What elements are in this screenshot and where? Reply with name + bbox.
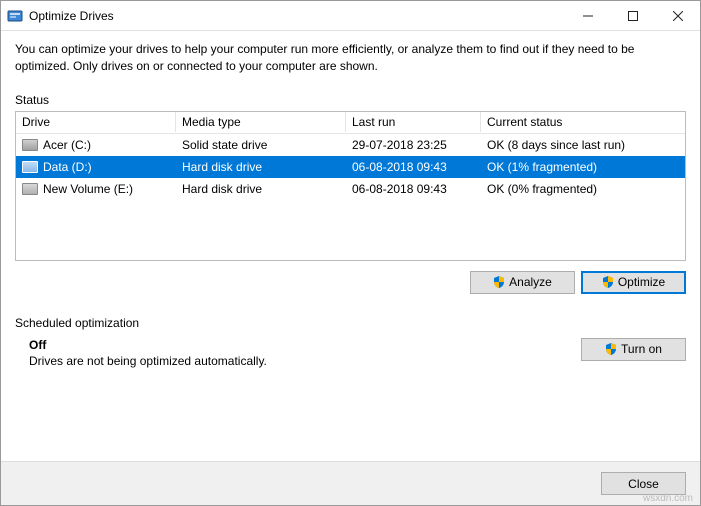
drive-media: Hard disk drive xyxy=(176,157,346,177)
turn-on-button[interactable]: Turn on xyxy=(581,338,686,361)
drive-icon xyxy=(22,139,38,151)
maximize-button[interactable] xyxy=(610,1,655,30)
column-drive[interactable]: Drive xyxy=(16,112,176,132)
scheduled-label: Scheduled optimization xyxy=(15,316,686,330)
close-button[interactable] xyxy=(655,1,700,30)
drive-name: Acer (C:) xyxy=(43,138,91,152)
scheduled-detail: Drives are not being optimized automatic… xyxy=(29,354,581,368)
scheduled-state: Off xyxy=(29,338,581,352)
content-area: You can optimize your drives to help you… xyxy=(1,31,700,461)
analyze-button[interactable]: Analyze xyxy=(470,271,575,294)
drive-last-run: 06-08-2018 09:43 xyxy=(346,179,481,199)
column-last[interactable]: Last run xyxy=(346,112,481,132)
minimize-button[interactable] xyxy=(565,1,610,30)
optimize-button-label: Optimize xyxy=(618,275,665,289)
drive-icon xyxy=(22,161,38,173)
column-media[interactable]: Media type xyxy=(176,112,346,132)
list-header: Drive Media type Last run Current status xyxy=(16,112,685,134)
status-label: Status xyxy=(15,93,686,107)
action-buttons: Analyze Optimize xyxy=(15,271,686,294)
drive-row[interactable]: Acer (C:) Solid state drive29-07-2018 23:… xyxy=(16,134,685,156)
shield-icon xyxy=(605,343,617,355)
titlebar: Optimize Drives xyxy=(1,1,700,31)
drive-row[interactable]: New Volume (E:) Hard disk drive06-08-2018… xyxy=(16,178,685,200)
column-status[interactable]: Current status xyxy=(481,112,685,132)
drive-list[interactable]: Drive Media type Last run Current status… xyxy=(15,111,686,261)
analyze-button-label: Analyze xyxy=(509,275,552,289)
window-title: Optimize Drives xyxy=(29,9,565,23)
drive-status: OK (1% fragmented) xyxy=(481,157,685,177)
intro-text: You can optimize your drives to help you… xyxy=(15,41,686,75)
shield-icon xyxy=(602,276,614,288)
close-dialog-button[interactable]: Close xyxy=(601,472,686,495)
footer: Close xyxy=(1,461,700,505)
drive-last-run: 06-08-2018 09:43 xyxy=(346,157,481,177)
drive-media: Hard disk drive xyxy=(176,179,346,199)
window-controls xyxy=(565,1,700,30)
drive-name: Data (D:) xyxy=(43,160,92,174)
scheduled-section: Scheduled optimization Off Drives are no… xyxy=(15,316,686,368)
drive-status: OK (0% fragmented) xyxy=(481,179,685,199)
drive-icon xyxy=(22,183,38,195)
app-icon xyxy=(7,8,23,24)
drive-row[interactable]: Data (D:) Hard disk drive06-08-2018 09:43… xyxy=(16,156,685,178)
drive-media: Solid state drive xyxy=(176,135,346,155)
optimize-button[interactable]: Optimize xyxy=(581,271,686,294)
shield-icon xyxy=(493,276,505,288)
drive-name: New Volume (E:) xyxy=(43,182,133,196)
drive-last-run: 29-07-2018 23:25 xyxy=(346,135,481,155)
turn-on-button-label: Turn on xyxy=(621,342,662,356)
close-button-label: Close xyxy=(628,477,659,491)
drive-status: OK (8 days since last run) xyxy=(481,135,685,155)
